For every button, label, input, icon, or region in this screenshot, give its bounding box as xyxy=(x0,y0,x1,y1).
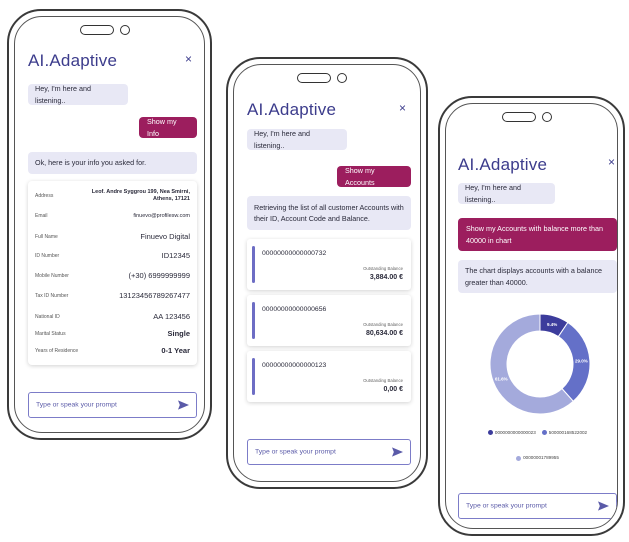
slice-label-0: 9.4% xyxy=(547,322,557,327)
legend-item-2: 00000001789955 xyxy=(516,454,559,461)
balance-label: Outstanding Balance xyxy=(363,322,403,327)
app-title: AI.Adaptive xyxy=(28,51,118,70)
close-icon[interactable]: × xyxy=(399,101,406,115)
close-icon[interactable]: × xyxy=(185,52,192,66)
balance-value: 80,634.00 € xyxy=(366,330,403,337)
info-label: Years of Residence xyxy=(35,347,79,354)
prompt-input[interactable]: Type or speak your prompt xyxy=(458,493,617,519)
user-message: Show my Accounts xyxy=(337,166,411,187)
info-value: 13123456789267477 xyxy=(119,291,190,300)
phone-notch xyxy=(297,71,357,85)
bot-greeting: Hey, I'm here and listening.. xyxy=(458,183,555,204)
info-row-years-residence: Years of Residence 0-1 Year xyxy=(35,346,190,355)
legend-item-0: 0000000000000023 xyxy=(487,429,536,436)
user-message: Show my Info xyxy=(139,117,197,138)
account-accent-bar xyxy=(252,358,255,395)
phone-screen: AI.Adaptive × Hey, I'm here and listenin… xyxy=(14,16,205,433)
prompt-placeholder: Type or speak your prompt xyxy=(255,448,336,456)
info-row-address: Address Leof. Andre Syggrou 199, Nea Smi… xyxy=(35,189,190,203)
info-label: Marital Status xyxy=(35,330,66,337)
phone-screen: AI.Adaptive × Hey, I'm here and listenin… xyxy=(233,64,421,482)
phone-screen-chart: AI.Adaptive × Hey, I'm here and listenin… xyxy=(438,96,625,536)
account-accent-bar xyxy=(252,302,255,339)
phone-screen-info: AI.Adaptive × Hey, I'm here and listenin… xyxy=(7,9,212,440)
phone-notch xyxy=(501,110,562,124)
account-card[interactable]: 00000000000000656 Outstanding Balance 80… xyxy=(247,295,411,346)
bot-reply: Ok, here is your info you asked for. xyxy=(28,152,197,174)
account-code: 00000000000000656 xyxy=(262,306,327,313)
balance-label: Outstanding Balance xyxy=(363,266,403,271)
phone-screen-accounts: AI.Adaptive × Hey, I'm here and listenin… xyxy=(226,57,428,489)
account-card[interactable]: 00000000000000732 Outstanding Balance 3,… xyxy=(247,239,411,290)
info-label: Email xyxy=(35,213,48,219)
account-code: 00000000000000123 xyxy=(262,362,327,369)
info-value: (+30) 6999999999 xyxy=(128,271,190,280)
legend-label: 00000001789955 xyxy=(523,455,559,461)
account-code: 00000000000000732 xyxy=(262,250,327,257)
app-title: AI.Adaptive xyxy=(458,155,548,174)
phone-screen: AI.Adaptive × Hey, I'm here and listenin… xyxy=(445,103,618,529)
send-arrow-icon[interactable] xyxy=(598,501,609,511)
slice-label-2: 61.6% xyxy=(495,376,508,381)
info-label: Mobile Number xyxy=(35,272,69,279)
info-row-full-name: Full Name Finuevo Digital xyxy=(35,232,190,241)
legend-label: 0000000000000023 xyxy=(494,429,536,435)
close-icon[interactable]: × xyxy=(608,155,615,169)
legend-item-1: 500000168522002 xyxy=(541,429,588,436)
info-value: ID12345 xyxy=(161,251,190,260)
donut-chart: 9.4% 29.0% 61.6% xyxy=(489,313,591,415)
info-value: 0-1 Year xyxy=(161,346,190,355)
info-value: Finuevo Digital xyxy=(140,232,190,241)
info-row-id-number: ID Number ID12345 xyxy=(35,251,190,260)
info-row-email: Email finuevo@profilesw.com xyxy=(35,213,190,219)
info-label: Tax ID Number xyxy=(35,292,69,299)
app-title: AI.Adaptive xyxy=(247,100,337,119)
phone-notch xyxy=(79,23,140,37)
account-card[interactable]: 00000000000000123 Outstanding Balance 0,… xyxy=(247,351,411,402)
info-label: Address xyxy=(35,193,54,200)
legend-swatch xyxy=(516,455,522,461)
send-arrow-icon[interactable] xyxy=(392,447,403,457)
bot-reply: The chart displays accounts with a balan… xyxy=(458,260,617,293)
info-row-national-id: National ID AA 123456 xyxy=(35,312,190,321)
bot-greeting: Hey, I'm here and listening.. xyxy=(28,84,128,105)
info-value: Leof. Andre Syggrou 199, Nea Smirni, Ath… xyxy=(91,189,190,203)
prompt-placeholder: Type or speak your prompt xyxy=(466,502,547,510)
info-value: Single xyxy=(167,329,190,338)
info-label: Full Name xyxy=(35,233,58,240)
info-value: finuevo@profilesw.com xyxy=(133,213,190,219)
legend-label: 500000168522002 xyxy=(548,429,588,435)
prompt-placeholder: Type or speak your prompt xyxy=(36,401,117,409)
info-row-tax-id: Tax ID Number 13123456789267477 xyxy=(35,291,190,300)
balance-value: 0,00 € xyxy=(383,386,403,393)
send-arrow-icon[interactable] xyxy=(178,400,189,410)
prompt-input[interactable]: Type or speak your prompt xyxy=(28,392,197,418)
account-accent-bar xyxy=(252,246,255,283)
user-message: Show my Accounts with balance more than … xyxy=(458,218,617,251)
info-label: ID Number xyxy=(35,252,60,259)
info-card: Address Leof. Andre Syggrou 199, Nea Smi… xyxy=(28,181,197,365)
slice-label-1: 29.0% xyxy=(575,359,588,364)
info-row-marital-status: Marital Status Single xyxy=(35,329,190,338)
info-row-mobile: Mobile Number (+30) 6999999999 xyxy=(35,271,190,280)
bot-greeting: Hey, I'm here and listening.. xyxy=(247,129,347,150)
info-label: National ID xyxy=(35,313,60,320)
bot-reply: Retrieving the list of all customer Acco… xyxy=(247,196,411,230)
balance-value: 3,884.00 € xyxy=(369,274,403,281)
prompt-input[interactable]: Type or speak your prompt xyxy=(247,439,411,465)
legend-swatch xyxy=(487,430,493,435)
balance-label: Outstanding Balance xyxy=(363,378,403,383)
info-value: AA 123456 xyxy=(153,312,190,321)
legend-swatch xyxy=(541,430,547,435)
chart-legend: 0000000000000023 500000168522002 000000017… xyxy=(456,418,617,469)
